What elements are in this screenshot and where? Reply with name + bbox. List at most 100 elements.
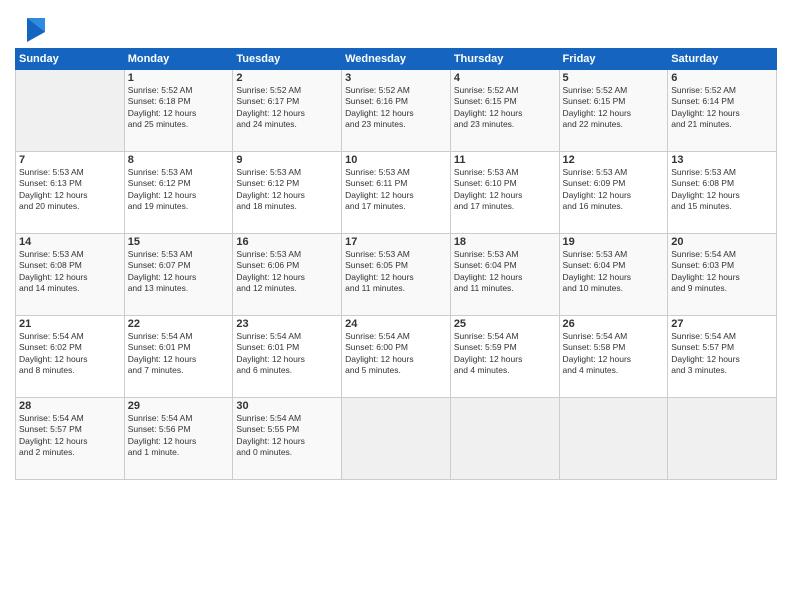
calendar-cell: 5Sunrise: 5:52 AMSunset: 6:15 PMDaylight… xyxy=(559,70,668,152)
day-info: Sunrise: 5:52 AMSunset: 6:15 PMDaylight:… xyxy=(454,85,556,131)
day-info: Sunrise: 5:53 AMSunset: 6:08 PMDaylight:… xyxy=(19,249,121,295)
day-number: 6 xyxy=(671,72,773,84)
calendar-cell: 1Sunrise: 5:52 AMSunset: 6:18 PMDaylight… xyxy=(124,70,233,152)
day-number: 29 xyxy=(128,400,230,412)
calendar-cell: 16Sunrise: 5:53 AMSunset: 6:06 PMDayligh… xyxy=(233,234,342,316)
day-info: Sunrise: 5:54 AMSunset: 5:57 PMDaylight:… xyxy=(19,413,121,459)
day-number: 20 xyxy=(671,236,773,248)
day-info: Sunrise: 5:54 AMSunset: 6:02 PMDaylight:… xyxy=(19,331,121,377)
calendar-cell: 27Sunrise: 5:54 AMSunset: 5:57 PMDayligh… xyxy=(668,316,777,398)
day-number: 19 xyxy=(563,236,665,248)
day-number: 5 xyxy=(563,72,665,84)
page: SundayMondayTuesdayWednesdayThursdayFrid… xyxy=(0,0,792,612)
calendar-cell xyxy=(342,398,451,480)
header-day-monday: Monday xyxy=(124,49,233,70)
day-number: 14 xyxy=(19,236,121,248)
day-number: 10 xyxy=(345,154,447,166)
day-info: Sunrise: 5:53 AMSunset: 6:06 PMDaylight:… xyxy=(236,249,338,295)
calendar-cell: 26Sunrise: 5:54 AMSunset: 5:58 PMDayligh… xyxy=(559,316,668,398)
day-info: Sunrise: 5:54 AMSunset: 5:57 PMDaylight:… xyxy=(671,331,773,377)
day-number: 16 xyxy=(236,236,338,248)
day-number: 24 xyxy=(345,318,447,330)
day-info: Sunrise: 5:53 AMSunset: 6:08 PMDaylight:… xyxy=(671,167,773,213)
calendar-cell: 30Sunrise: 5:54 AMSunset: 5:55 PMDayligh… xyxy=(233,398,342,480)
calendar-cell: 25Sunrise: 5:54 AMSunset: 5:59 PMDayligh… xyxy=(450,316,559,398)
calendar-cell: 20Sunrise: 5:54 AMSunset: 6:03 PMDayligh… xyxy=(668,234,777,316)
day-number: 27 xyxy=(671,318,773,330)
day-number: 9 xyxy=(236,154,338,166)
calendar-cell: 10Sunrise: 5:53 AMSunset: 6:11 PMDayligh… xyxy=(342,152,451,234)
calendar-cell xyxy=(16,70,125,152)
day-info: Sunrise: 5:54 AMSunset: 6:03 PMDaylight:… xyxy=(671,249,773,295)
day-number: 26 xyxy=(563,318,665,330)
calendar-cell: 15Sunrise: 5:53 AMSunset: 6:07 PMDayligh… xyxy=(124,234,233,316)
week-row-4: 21Sunrise: 5:54 AMSunset: 6:02 PMDayligh… xyxy=(16,316,777,398)
calendar-cell: 12Sunrise: 5:53 AMSunset: 6:09 PMDayligh… xyxy=(559,152,668,234)
day-number: 22 xyxy=(128,318,230,330)
day-info: Sunrise: 5:53 AMSunset: 6:12 PMDaylight:… xyxy=(128,167,230,213)
day-info: Sunrise: 5:54 AMSunset: 6:01 PMDaylight:… xyxy=(128,331,230,377)
header xyxy=(15,10,777,42)
calendar-cell: 8Sunrise: 5:53 AMSunset: 6:12 PMDaylight… xyxy=(124,152,233,234)
calendar-cell: 23Sunrise: 5:54 AMSunset: 6:01 PMDayligh… xyxy=(233,316,342,398)
calendar-cell: 29Sunrise: 5:54 AMSunset: 5:56 PMDayligh… xyxy=(124,398,233,480)
header-day-saturday: Saturday xyxy=(668,49,777,70)
logo-icon xyxy=(17,14,45,42)
day-number: 18 xyxy=(454,236,556,248)
day-number: 4 xyxy=(454,72,556,84)
day-info: Sunrise: 5:53 AMSunset: 6:09 PMDaylight:… xyxy=(563,167,665,213)
day-info: Sunrise: 5:52 AMSunset: 6:16 PMDaylight:… xyxy=(345,85,447,131)
calendar-cell: 7Sunrise: 5:53 AMSunset: 6:13 PMDaylight… xyxy=(16,152,125,234)
week-row-5: 28Sunrise: 5:54 AMSunset: 5:57 PMDayligh… xyxy=(16,398,777,480)
day-info: Sunrise: 5:54 AMSunset: 6:00 PMDaylight:… xyxy=(345,331,447,377)
day-number: 23 xyxy=(236,318,338,330)
calendar-cell xyxy=(668,398,777,480)
calendar-cell: 14Sunrise: 5:53 AMSunset: 6:08 PMDayligh… xyxy=(16,234,125,316)
header-row: SundayMondayTuesdayWednesdayThursdayFrid… xyxy=(16,49,777,70)
day-number: 11 xyxy=(454,154,556,166)
day-number: 1 xyxy=(128,72,230,84)
day-info: Sunrise: 5:52 AMSunset: 6:18 PMDaylight:… xyxy=(128,85,230,131)
calendar-cell: 28Sunrise: 5:54 AMSunset: 5:57 PMDayligh… xyxy=(16,398,125,480)
calendar-cell: 3Sunrise: 5:52 AMSunset: 6:16 PMDaylight… xyxy=(342,70,451,152)
calendar-cell: 11Sunrise: 5:53 AMSunset: 6:10 PMDayligh… xyxy=(450,152,559,234)
week-row-2: 7Sunrise: 5:53 AMSunset: 6:13 PMDaylight… xyxy=(16,152,777,234)
day-number: 12 xyxy=(563,154,665,166)
calendar-cell: 24Sunrise: 5:54 AMSunset: 6:00 PMDayligh… xyxy=(342,316,451,398)
header-day-wednesday: Wednesday xyxy=(342,49,451,70)
calendar-cell: 6Sunrise: 5:52 AMSunset: 6:14 PMDaylight… xyxy=(668,70,777,152)
calendar-cell: 9Sunrise: 5:53 AMSunset: 6:12 PMDaylight… xyxy=(233,152,342,234)
calendar-cell: 17Sunrise: 5:53 AMSunset: 6:05 PMDayligh… xyxy=(342,234,451,316)
day-number: 8 xyxy=(128,154,230,166)
day-info: Sunrise: 5:53 AMSunset: 6:04 PMDaylight:… xyxy=(563,249,665,295)
header-day-friday: Friday xyxy=(559,49,668,70)
calendar-cell: 4Sunrise: 5:52 AMSunset: 6:15 PMDaylight… xyxy=(450,70,559,152)
calendar-cell: 13Sunrise: 5:53 AMSunset: 6:08 PMDayligh… xyxy=(668,152,777,234)
day-number: 21 xyxy=(19,318,121,330)
day-info: Sunrise: 5:53 AMSunset: 6:07 PMDaylight:… xyxy=(128,249,230,295)
week-row-3: 14Sunrise: 5:53 AMSunset: 6:08 PMDayligh… xyxy=(16,234,777,316)
calendar-cell: 18Sunrise: 5:53 AMSunset: 6:04 PMDayligh… xyxy=(450,234,559,316)
calendar-cell: 19Sunrise: 5:53 AMSunset: 6:04 PMDayligh… xyxy=(559,234,668,316)
day-info: Sunrise: 5:52 AMSunset: 6:15 PMDaylight:… xyxy=(563,85,665,131)
day-info: Sunrise: 5:53 AMSunset: 6:10 PMDaylight:… xyxy=(454,167,556,213)
day-number: 2 xyxy=(236,72,338,84)
calendar-cell: 2Sunrise: 5:52 AMSunset: 6:17 PMDaylight… xyxy=(233,70,342,152)
day-info: Sunrise: 5:53 AMSunset: 6:12 PMDaylight:… xyxy=(236,167,338,213)
week-row-1: 1Sunrise: 5:52 AMSunset: 6:18 PMDaylight… xyxy=(16,70,777,152)
day-info: Sunrise: 5:54 AMSunset: 5:58 PMDaylight:… xyxy=(563,331,665,377)
day-info: Sunrise: 5:53 AMSunset: 6:13 PMDaylight:… xyxy=(19,167,121,213)
day-info: Sunrise: 5:54 AMSunset: 5:59 PMDaylight:… xyxy=(454,331,556,377)
day-number: 28 xyxy=(19,400,121,412)
calendar-cell: 21Sunrise: 5:54 AMSunset: 6:02 PMDayligh… xyxy=(16,316,125,398)
day-info: Sunrise: 5:54 AMSunset: 5:56 PMDaylight:… xyxy=(128,413,230,459)
day-number: 17 xyxy=(345,236,447,248)
day-number: 25 xyxy=(454,318,556,330)
day-info: Sunrise: 5:54 AMSunset: 5:55 PMDaylight:… xyxy=(236,413,338,459)
calendar-cell xyxy=(450,398,559,480)
day-info: Sunrise: 5:52 AMSunset: 6:14 PMDaylight:… xyxy=(671,85,773,131)
day-number: 3 xyxy=(345,72,447,84)
day-info: Sunrise: 5:53 AMSunset: 6:04 PMDaylight:… xyxy=(454,249,556,295)
header-day-thursday: Thursday xyxy=(450,49,559,70)
calendar-cell xyxy=(559,398,668,480)
